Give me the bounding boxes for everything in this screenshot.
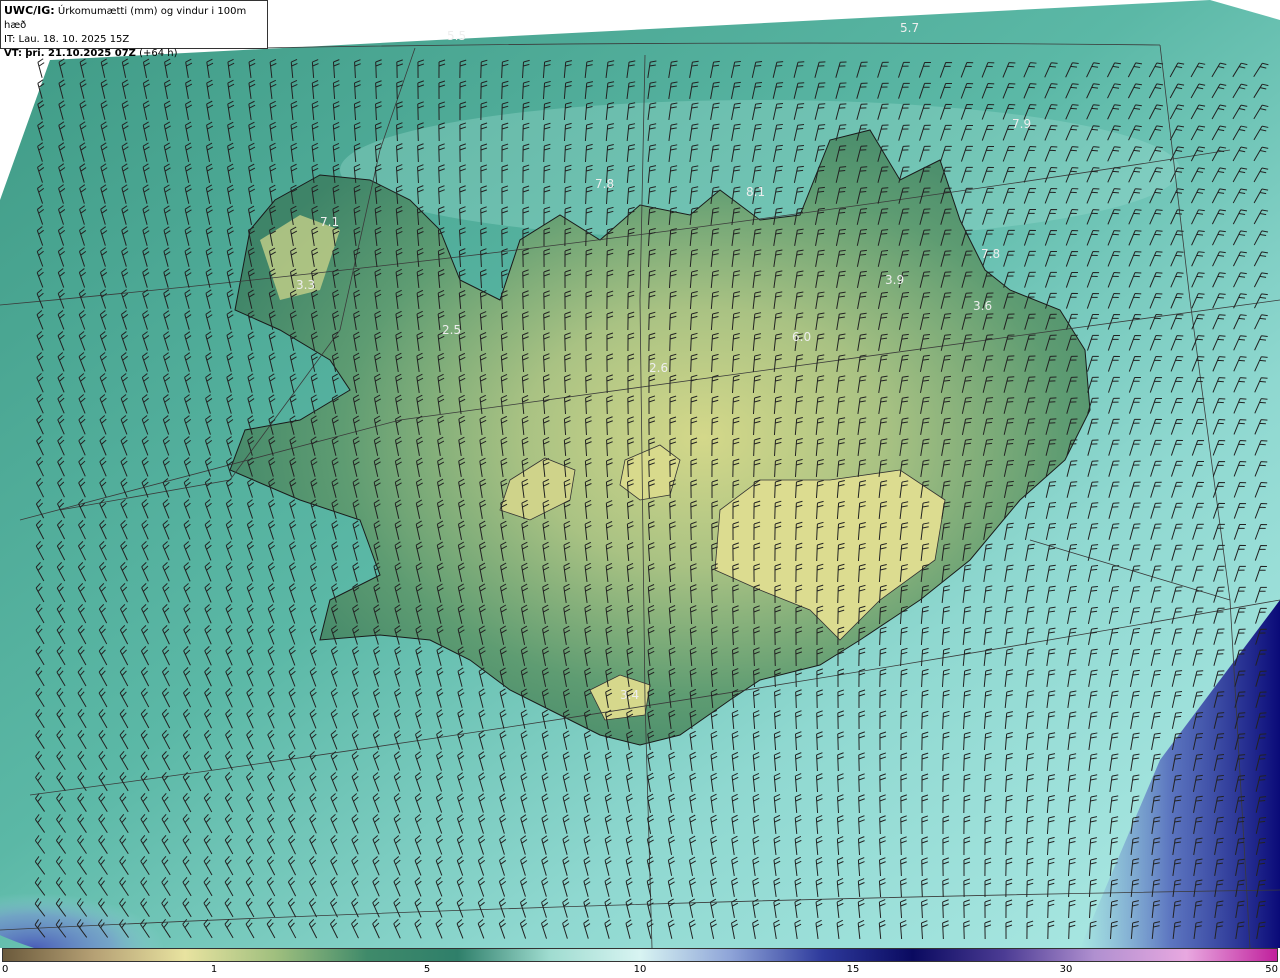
colorbar-tick: 1 bbox=[210, 964, 218, 975]
precipitable-water-map: 5.5 5.7 7.9 7.8 8.1 7.1 3.3 2.5 3.9 7.8 … bbox=[0, 0, 1280, 948]
product-code: UWC/IG: bbox=[4, 4, 55, 17]
title-line: UWC/IG: Úrkomumætti (mm) og vindur i 100… bbox=[4, 4, 267, 33]
map-label: 5.7 bbox=[900, 21, 919, 35]
map-label: 8.1 bbox=[746, 185, 765, 199]
header-info-box: UWC/IG: Úrkomumætti (mm) og vindur i 100… bbox=[0, 0, 268, 59]
map-label: 7.9 bbox=[1012, 117, 1031, 131]
valid-time-line: VT: þri. 21.10.2025 07Z (+64 h) bbox=[4, 47, 267, 61]
colorbar-tick: 10 bbox=[633, 964, 647, 975]
map-label: 5.5 bbox=[447, 29, 466, 43]
map-label: 6.0 bbox=[792, 330, 811, 344]
colorbar-ticks: 0 1 5 10 15 30 50 bbox=[0, 962, 1280, 978]
colorbar-tick: 0 bbox=[2, 964, 9, 975]
init-time: IT: Lau. 18. 10. 2025 15Z bbox=[4, 34, 130, 45]
map-label: 7.8 bbox=[981, 247, 1000, 261]
map-label: 2.5 bbox=[442, 323, 461, 337]
lead-time: (+64 h) bbox=[139, 48, 178, 59]
map-label: 7.1 bbox=[320, 215, 339, 229]
map-label: 7.8 bbox=[595, 177, 614, 191]
colorbar-tick: 50 bbox=[1265, 964, 1278, 975]
map-label: 3.6 bbox=[973, 299, 992, 313]
valid-label: VT: bbox=[4, 48, 23, 59]
colorbar-tick: 5 bbox=[423, 964, 431, 975]
colorbar-tick: 30 bbox=[1059, 964, 1073, 975]
map-label: 3.3 bbox=[296, 278, 315, 292]
colorbar-tick: 15 bbox=[846, 964, 860, 975]
map-label: 3.9 bbox=[885, 273, 904, 287]
map-label: 3.4 bbox=[620, 688, 639, 702]
valid-time: þri. 21.10.2025 07Z bbox=[25, 48, 136, 59]
map-label: 2.6 bbox=[649, 361, 668, 375]
colorbar bbox=[2, 948, 1278, 962]
